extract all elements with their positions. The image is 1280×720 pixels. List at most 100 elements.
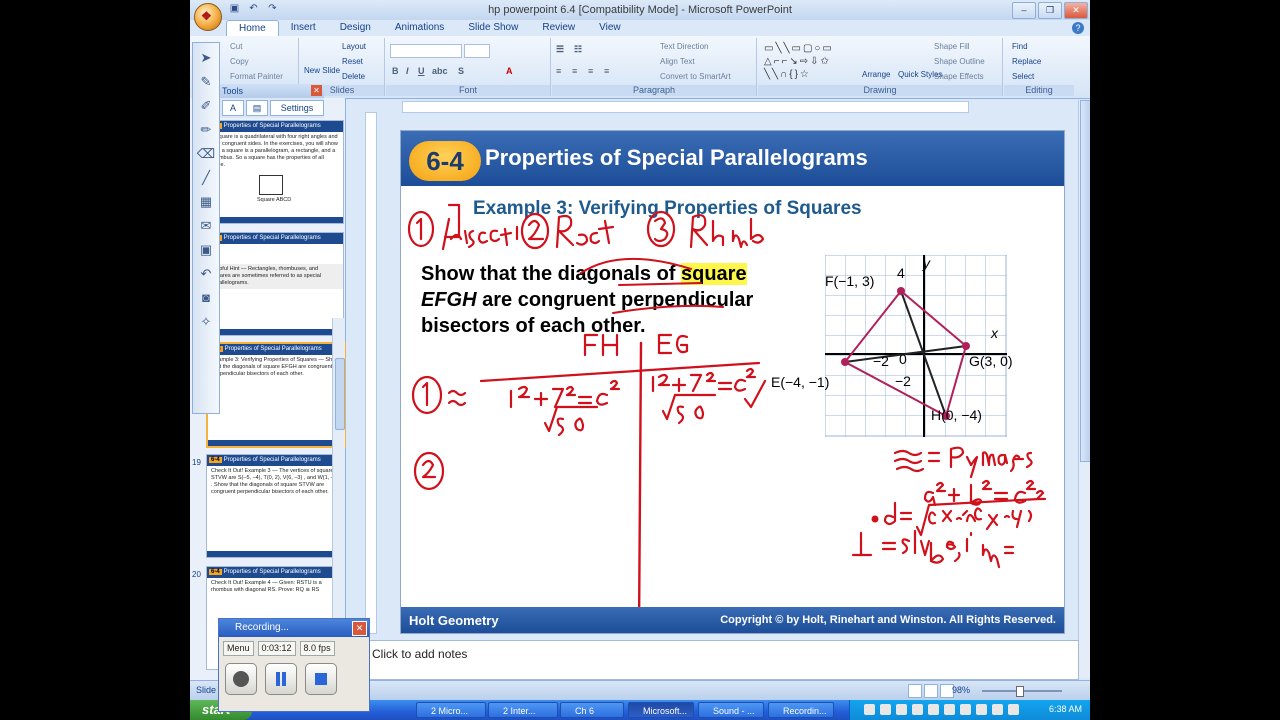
minimize-button[interactable]: – xyxy=(1012,2,1036,19)
tab-animations[interactable]: Animations xyxy=(383,20,456,36)
marker-icon[interactable]: ✏ xyxy=(196,121,216,139)
pen-tab-icon[interactable]: A xyxy=(222,100,244,116)
font-name-field[interactable] xyxy=(390,44,462,58)
convert-smartart-button[interactable]: Convert to SmartArt xyxy=(660,72,731,81)
shape-fill-button[interactable]: Shape Fill xyxy=(934,42,970,51)
format-painter-button[interactable]: Format Painter xyxy=(230,72,283,81)
image-tab-icon[interactable]: ▤ xyxy=(246,100,268,116)
tray-icon[interactable] xyxy=(976,704,987,715)
tab-insert[interactable]: Insert xyxy=(279,20,328,36)
shape-effects-button[interactable]: Shape Effects xyxy=(934,72,984,81)
tray-icon[interactable] xyxy=(1008,704,1019,715)
select-button[interactable]: Select xyxy=(1012,72,1034,81)
numbering-button[interactable]: ☷ xyxy=(574,44,582,55)
taskbar-item[interactable]: 2 Inter... xyxy=(488,702,558,718)
replace-button[interactable]: Replace xyxy=(1012,57,1041,66)
bold-button[interactable]: B xyxy=(392,66,399,76)
clear-icon[interactable]: ✧ xyxy=(196,313,216,331)
arrange-button[interactable]: Arrange xyxy=(862,70,890,79)
bullets-button[interactable]: ☰ xyxy=(556,44,564,55)
slide-thumbnail[interactable]: 6-4Properties of Special Parallelograms … xyxy=(206,120,344,224)
tab-review[interactable]: Review xyxy=(530,20,587,36)
maximize-button[interactable]: ❐ xyxy=(1038,2,1062,19)
slide-thumbnail[interactable]: 6-4Properties of Special Parallelograms … xyxy=(206,454,344,558)
italic-button[interactable]: I xyxy=(406,66,409,76)
pointer-icon[interactable]: ➤ xyxy=(196,49,216,67)
thumb-text: A square is a quadrilateral with four ri… xyxy=(211,134,338,168)
pane-close-button[interactable]: ✕ xyxy=(311,85,322,96)
eraser-icon[interactable]: ⌫ xyxy=(196,145,216,163)
copy-button[interactable]: Copy xyxy=(230,57,249,66)
tray-icon[interactable] xyxy=(880,704,891,715)
pane-scrollbar[interactable] xyxy=(332,318,345,658)
strikethrough-button[interactable]: abc xyxy=(432,66,448,76)
taskbar-item-active[interactable]: Microsoft... xyxy=(628,702,694,718)
slide-thumbnail-selected[interactable]: 6-4Properties of Special Parallelograms … xyxy=(206,342,346,448)
delete-button[interactable]: Delete xyxy=(342,72,365,81)
taskbar-item[interactable]: Ch 6 xyxy=(560,702,624,718)
thumb-title: Properties of Special Parallelograms xyxy=(223,123,321,129)
camera-icon[interactable]: ◙ xyxy=(196,289,216,307)
pane-scroll-thumb[interactable] xyxy=(335,358,345,430)
tray-icon[interactable] xyxy=(944,704,955,715)
close-button[interactable]: ✕ xyxy=(1064,2,1088,19)
record-button[interactable] xyxy=(225,663,257,695)
align-right-button[interactable]: ≡ xyxy=(588,66,593,76)
settings-tab[interactable]: Settings xyxy=(270,100,324,116)
tray-icon[interactable] xyxy=(864,704,875,715)
new-slide-button[interactable]: New Slide xyxy=(304,66,340,75)
tray-icon[interactable] xyxy=(960,704,971,715)
underline-button[interactable]: U xyxy=(418,66,425,76)
taskbar-item[interactable]: 2 Micro... xyxy=(416,702,486,718)
align-left-button[interactable]: ≡ xyxy=(556,66,561,76)
slide-scrollbar[interactable] xyxy=(1078,100,1090,678)
shapes-gallery[interactable]: ▭╲╲▭▢○▭ △⌐⌐↘⇨⇩✩ ╲╲∩{}☆ xyxy=(764,42,860,82)
tab-slide-show[interactable]: Slide Show xyxy=(456,20,530,36)
office-button[interactable]: ❖ xyxy=(194,3,222,31)
taskbar-item[interactable]: Recordin... xyxy=(768,702,834,718)
tab-view[interactable]: View xyxy=(587,20,633,36)
pause-button[interactable] xyxy=(265,663,297,695)
slide-scroll-thumb[interactable] xyxy=(1080,100,1090,462)
sorter-view-button[interactable] xyxy=(924,684,938,698)
justify-button[interactable]: ≡ xyxy=(604,66,609,76)
text-direction-button[interactable]: Text Direction xyxy=(660,42,708,51)
notes-pane[interactable]: Click to add notes xyxy=(365,640,1079,680)
thumb-text: Helpful Hint — Rectangles, rhombuses, an… xyxy=(207,264,343,289)
shape-outline-button[interactable]: Shape Outline xyxy=(934,57,985,66)
cut-button[interactable]: Cut xyxy=(230,42,242,51)
highlighter-icon[interactable]: ✐ xyxy=(196,97,216,115)
reset-button[interactable]: Reset xyxy=(342,57,363,66)
undo-ink-icon[interactable]: ↶ xyxy=(196,265,216,283)
note-icon[interactable]: ✉ xyxy=(196,217,216,235)
pen-icon[interactable]: ✎ xyxy=(196,73,216,91)
align-center-button[interactable]: ≡ xyxy=(572,66,577,76)
slide-canvas[interactable]: 6-4 Properties of Special Parallelograms… xyxy=(400,130,1065,634)
notes-placeholder: Click to add notes xyxy=(372,647,468,661)
layout-button[interactable]: Layout xyxy=(342,42,366,51)
taskbar-item[interactable]: Sound - ... xyxy=(698,702,764,718)
shadow-button[interactable]: S xyxy=(458,66,464,76)
help-icon[interactable]: ? xyxy=(1072,22,1084,34)
tray-icon[interactable] xyxy=(992,704,1003,715)
tab-home[interactable]: Home xyxy=(226,20,279,36)
tray-icon[interactable] xyxy=(896,704,907,715)
screen-icon[interactable]: ▣ xyxy=(196,241,216,259)
normal-view-button[interactable] xyxy=(908,684,922,698)
grid-icon[interactable]: ▦ xyxy=(196,193,216,211)
zoom-slider[interactable] xyxy=(982,686,1062,697)
tray-icon[interactable] xyxy=(912,704,923,715)
find-button[interactable]: Find xyxy=(1012,42,1028,51)
zoom-slider-handle[interactable] xyxy=(1016,686,1024,697)
align-text-button[interactable]: Align Text xyxy=(660,57,695,66)
font-size-field[interactable] xyxy=(464,44,490,58)
tab-design[interactable]: Design xyxy=(328,20,383,36)
slide-thumbnail[interactable]: 6-4Properties of Special Parallelograms … xyxy=(206,232,344,336)
recording-close-button[interactable]: ✕ xyxy=(352,621,367,636)
line-icon[interactable]: ╱ xyxy=(196,169,216,187)
zoom-level[interactable]: 98% xyxy=(952,685,970,695)
recording-menu-button[interactable]: Menu xyxy=(223,641,254,656)
stop-button[interactable] xyxy=(305,663,337,695)
font-color-button[interactable]: A xyxy=(506,66,513,76)
tray-icon[interactable] xyxy=(928,704,939,715)
